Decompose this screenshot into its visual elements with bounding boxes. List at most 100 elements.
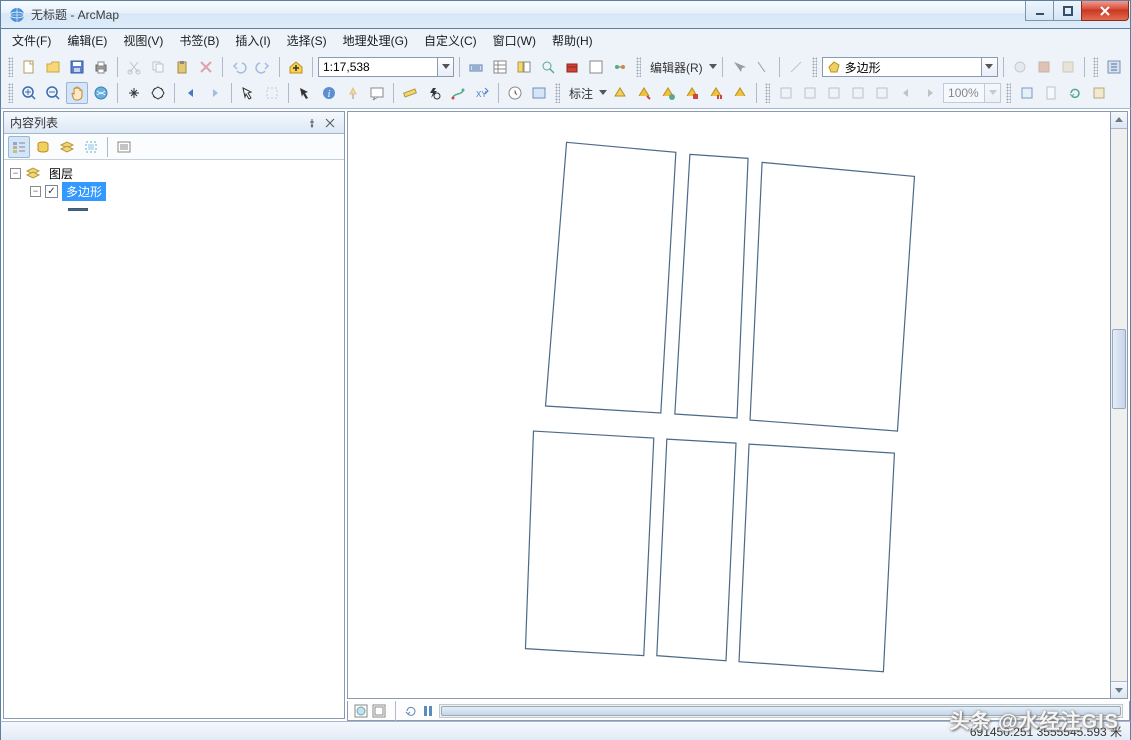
scroll-up-button[interactable] [1111, 112, 1127, 129]
editor-toolbar-button[interactable] [465, 56, 487, 78]
open-button[interactable] [42, 56, 64, 78]
layout-100-button[interactable] [871, 82, 893, 104]
swipe-button[interactable] [1033, 56, 1055, 78]
find-button[interactable] [423, 82, 445, 104]
scroll-thumb[interactable] [1112, 329, 1126, 409]
scale-combo[interactable] [318, 57, 454, 77]
clear-selection-button[interactable] [261, 82, 283, 104]
model-builder-button[interactable] [609, 56, 631, 78]
search-button[interactable] [537, 56, 559, 78]
data-driven-pages-button[interactable] [1016, 82, 1038, 104]
root-label[interactable]: 图层 [45, 164, 77, 183]
table-of-contents-button[interactable] [489, 56, 511, 78]
python-button[interactable] [585, 56, 607, 78]
menu-bookmarks[interactable]: 书签(B) [172, 30, 226, 51]
menu-file[interactable]: 文件(F) [5, 30, 58, 51]
toolbar-grip[interactable] [555, 83, 560, 103]
menu-edit[interactable]: 编辑(E) [60, 30, 114, 51]
menu-window[interactable]: 窗口(W) [486, 30, 543, 51]
dropdown-icon[interactable] [709, 64, 717, 70]
maximize-button[interactable] [1053, 1, 1082, 21]
data-view-tab[interactable] [354, 704, 368, 718]
page-text-button[interactable] [1040, 82, 1062, 104]
label-priority-button[interactable] [633, 82, 655, 104]
fixed-zoom-out-button[interactable] [147, 82, 169, 104]
html-popup-button[interactable] [366, 82, 388, 104]
zoom-out-button[interactable] [42, 82, 64, 104]
symbol-swatch[interactable] [68, 208, 88, 211]
collapse-icon[interactable]: − [30, 186, 41, 197]
label-manager-button[interactable] [609, 82, 631, 104]
effects-button[interactable] [1009, 56, 1031, 78]
list-by-selection-button[interactable] [80, 136, 102, 158]
layout-view-tab[interactable] [372, 704, 386, 718]
scale-input[interactable] [318, 57, 438, 77]
menu-help[interactable]: 帮助(H) [545, 30, 600, 51]
toolbar-grip[interactable] [8, 57, 13, 77]
scroll-track[interactable] [1111, 129, 1127, 681]
close-panel-button[interactable] [322, 115, 338, 131]
layer-visibility-checkbox[interactable] [45, 185, 58, 198]
dropdown-icon[interactable] [982, 57, 998, 77]
flicker-button[interactable] [1057, 56, 1079, 78]
forward-extent-button[interactable] [204, 82, 226, 104]
print-button[interactable] [90, 56, 112, 78]
menu-geoprocessing[interactable]: 地理处理(G) [336, 30, 415, 51]
lock-labels-button[interactable] [681, 82, 703, 104]
layer-label[interactable]: 多边形 [62, 182, 106, 201]
view-unplaced-button[interactable] [729, 82, 751, 104]
full-extent-button[interactable] [90, 82, 112, 104]
list-by-drawing-order-button[interactable] [8, 136, 30, 158]
straight-segment-button[interactable] [785, 56, 807, 78]
labeling-label[interactable]: 标注 [565, 85, 597, 102]
dropdown-icon[interactable] [438, 57, 454, 77]
label-weight-button[interactable] [657, 82, 679, 104]
layout-zoom-combo[interactable] [943, 83, 1001, 103]
layout-whole-page-button[interactable] [847, 82, 869, 104]
copy-button[interactable] [147, 56, 169, 78]
redo-button[interactable] [252, 56, 274, 78]
undo-button[interactable] [228, 56, 250, 78]
back-extent-button[interactable] [180, 82, 202, 104]
menu-customize[interactable]: 自定义(C) [417, 30, 484, 51]
tree-symbol[interactable] [10, 200, 338, 218]
toolbar-options-button[interactable] [1103, 56, 1125, 78]
feature-template-combo[interactable]: 多边形 [822, 57, 998, 77]
edit-tool-button[interactable] [728, 56, 750, 78]
toolbar-grip[interactable] [1093, 57, 1098, 77]
find-route-button[interactable] [447, 82, 469, 104]
list-by-visibility-button[interactable] [56, 136, 78, 158]
options-button[interactable] [113, 136, 135, 158]
tree-root[interactable]: − 图层 [10, 164, 338, 182]
editor-label[interactable]: 编辑器(R) [646, 59, 707, 76]
go-to-xy-button[interactable]: XY [471, 82, 493, 104]
measure-button[interactable] [399, 82, 421, 104]
select-features-button[interactable] [237, 82, 259, 104]
delete-button[interactable] [195, 56, 217, 78]
horizontal-scrollbar[interactable] [439, 704, 1123, 718]
toolbar-grip[interactable] [765, 83, 770, 103]
time-slider-button[interactable] [504, 82, 526, 104]
layout-back-button[interactable] [895, 82, 917, 104]
collapse-icon[interactable]: − [10, 168, 21, 179]
select-elements-button[interactable] [294, 82, 316, 104]
pause-drawing-button[interactable] [423, 705, 433, 717]
zoom-in-button[interactable] [18, 82, 40, 104]
toolbar-grip[interactable] [8, 83, 13, 103]
dropdown-icon[interactable] [985, 83, 1001, 103]
edit-annotation-button[interactable] [752, 56, 774, 78]
map-canvas[interactable] [347, 111, 1111, 699]
layout-forward-button[interactable] [919, 82, 941, 104]
refresh-button[interactable] [1064, 82, 1086, 104]
identify-button[interactable]: i [318, 82, 340, 104]
pause-labels-button[interactable] [705, 82, 727, 104]
zoom-input[interactable] [943, 83, 985, 103]
add-data-button[interactable] [285, 56, 307, 78]
menu-select[interactable]: 选择(S) [280, 30, 334, 51]
pan-button[interactable] [66, 82, 88, 104]
scroll-thumb[interactable] [441, 706, 1121, 716]
toolbar-grip[interactable] [1006, 83, 1011, 103]
toolbar-grip[interactable] [812, 57, 817, 77]
layout-zoom-out-button[interactable] [799, 82, 821, 104]
save-button[interactable] [66, 56, 88, 78]
